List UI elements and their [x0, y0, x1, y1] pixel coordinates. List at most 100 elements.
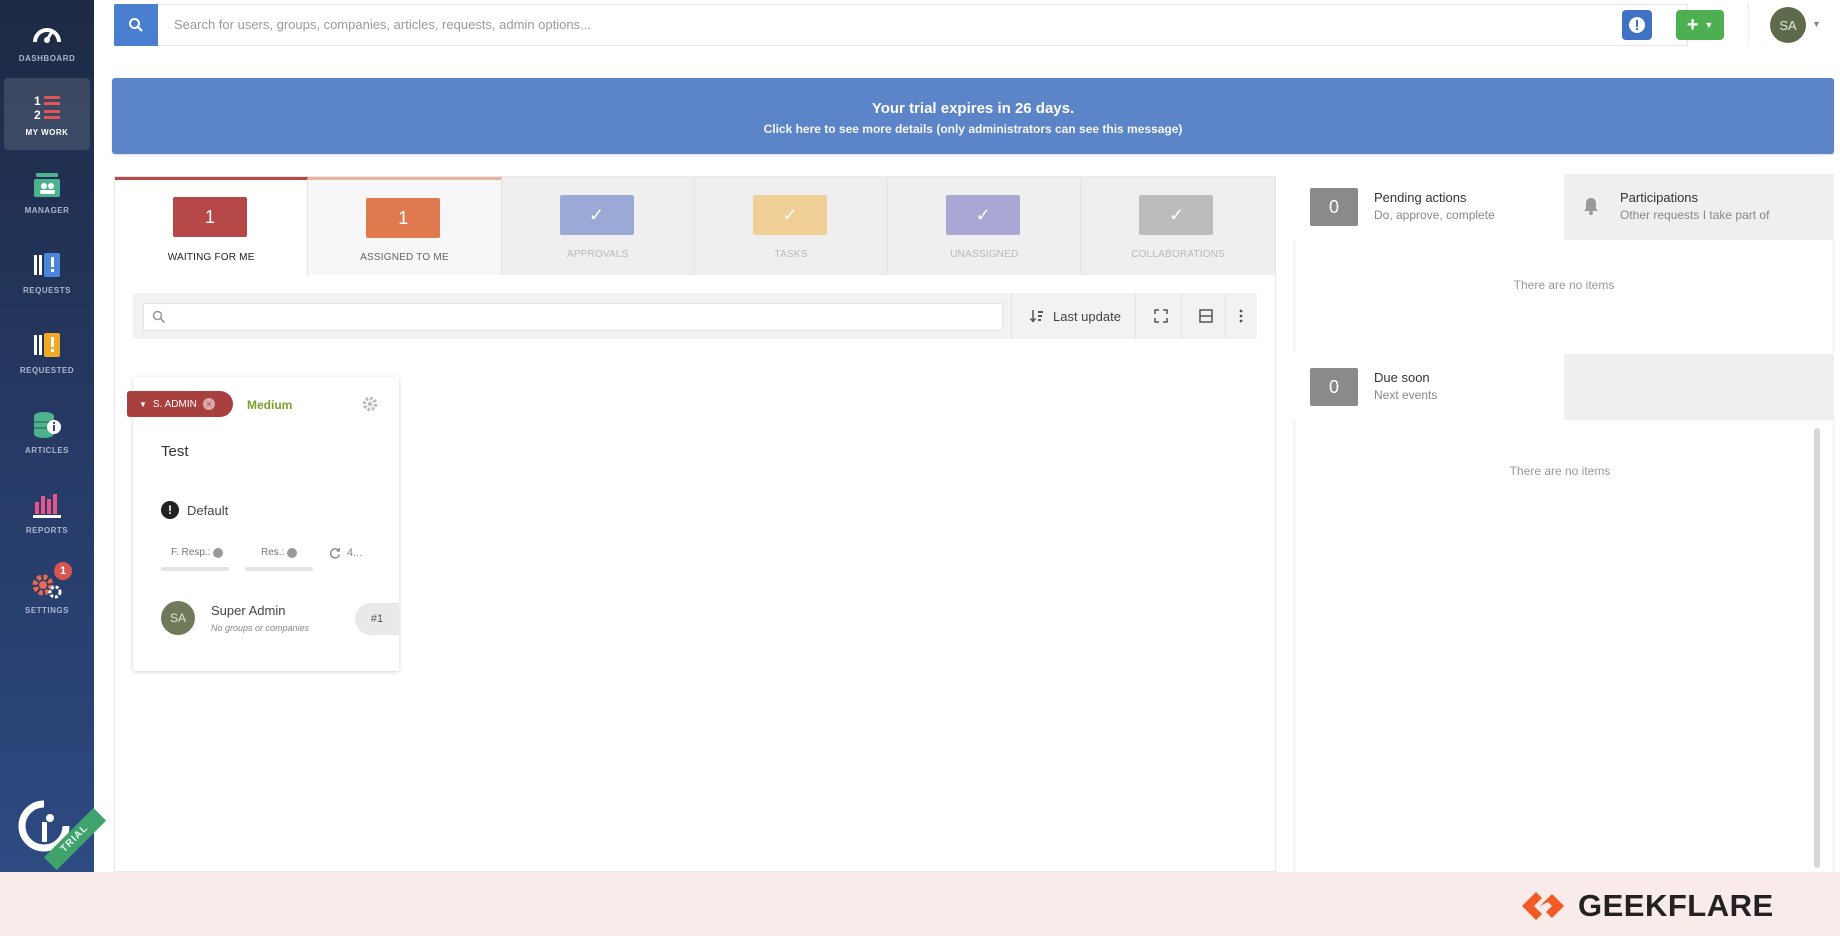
gauge-icon	[30, 18, 64, 48]
sidebar-item-requests[interactable]: REQUESTS	[4, 236, 90, 308]
info-button[interactable]	[1622, 10, 1652, 40]
tab-label: COLLABORATIONS	[1131, 249, 1225, 260]
filter-search-input[interactable]	[143, 303, 1003, 331]
chevron-down-icon: ▼	[1704, 20, 1714, 30]
sidebar-item-my-work[interactable]: 12 MY WORK	[4, 78, 90, 150]
clock-icon	[287, 547, 298, 558]
svg-text:2: 2	[34, 108, 41, 122]
sla-progress	[245, 567, 313, 571]
empty-tab	[1564, 354, 1834, 420]
sidebar-item-label: REPORTS	[25, 525, 69, 535]
sidebar-item-label: MANAGER	[24, 205, 70, 215]
right-panel: 0 Pending actions Do, approve, complete …	[1294, 174, 1834, 872]
assignee-tag[interactable]: ▼ S. ADMIN ×	[127, 391, 233, 417]
gear-icon[interactable]	[361, 395, 379, 418]
remove-icon[interactable]: ×	[202, 398, 215, 410]
sidebar-item-manager[interactable]: MANAGER	[4, 156, 90, 228]
tab-tasks[interactable]: ✓ TASKS	[694, 177, 889, 275]
sidebar-item-label: REQUESTED	[19, 365, 75, 375]
tab-title: Pending actions	[1374, 190, 1467, 205]
resolution-sla: Res.:	[261, 547, 298, 558]
count-chip: 1	[366, 198, 441, 238]
sla-progress	[161, 567, 229, 571]
sidebar-item-settings[interactable]: 1 SETTINGS	[4, 556, 90, 628]
check-icon: ✓	[752, 195, 827, 235]
due-list: There are no items	[1294, 420, 1834, 872]
tab-subtitle: Next events	[1374, 388, 1438, 402]
pending-section-header: 0 Pending actions Do, approve, complete …	[1294, 174, 1834, 240]
tab-label: TASKS	[774, 249, 808, 260]
sidebar-item-dashboard[interactable]: DASHBOARD	[4, 4, 90, 76]
work-tabs: 1 WAITING FOR ME 1 ASSIGNED TO ME ✓ APPR…	[115, 177, 1275, 275]
tab-subtitle: Do, approve, complete	[1374, 208, 1495, 222]
sidebar-item-reports[interactable]: REPORTS	[4, 476, 90, 548]
tab-collaborations[interactable]: ✓ COLLABORATIONS	[1081, 177, 1275, 275]
priority-label: Medium	[247, 398, 293, 412]
check-icon: ✓	[1139, 195, 1214, 235]
more-options-icon[interactable]	[1230, 305, 1252, 327]
caret-down-icon: ▼	[139, 399, 147, 409]
divider	[1225, 293, 1226, 339]
tab-title: Participations	[1620, 190, 1699, 205]
due-section-header: 0 Due soon Next events	[1294, 354, 1834, 420]
tab-label: UNASSIGNED	[950, 249, 1019, 260]
view-mode-icon[interactable]	[1195, 305, 1217, 327]
divider	[1135, 293, 1136, 339]
divider	[1748, 4, 1749, 46]
empty-message: There are no items	[1509, 464, 1611, 478]
request-title[interactable]: Test	[161, 443, 189, 460]
exclamation-icon: !	[161, 501, 179, 519]
avatar: SA	[161, 601, 195, 635]
sidebar-item-label: SETTINGS	[24, 605, 69, 615]
requests-icon	[30, 250, 64, 280]
count-badge: 0	[1310, 188, 1358, 226]
scrollbar[interactable]	[1814, 428, 1820, 868]
empty-message: There are no items	[1513, 278, 1615, 292]
chevron-down-icon[interactable]: ▼	[1812, 19, 1821, 29]
request-card[interactable]: ▼ S. ADMIN × Medium Test ! Default F. Re…	[127, 377, 399, 671]
sidebar-item-label: DASHBOARD	[18, 53, 76, 63]
sort-label: Last update	[1053, 308, 1121, 324]
fullscreen-icon[interactable]	[1150, 305, 1172, 327]
tab-pending-actions[interactable]: 0 Pending actions Do, approve, complete	[1294, 174, 1564, 240]
pending-list: There are no items	[1294, 240, 1834, 352]
sort-button[interactable]: Last update	[1029, 293, 1121, 339]
tab-unassigned[interactable]: ✓ UNASSIGNED	[888, 177, 1082, 275]
clock-icon	[213, 547, 224, 558]
check-icon: ✓	[559, 195, 634, 235]
sidebar-item-label: REQUESTS	[22, 285, 71, 295]
count-chip: 1	[173, 197, 247, 237]
sla-label: F. Resp.:	[171, 547, 211, 558]
global-search-input[interactable]: Search for users, groups, companies, art…	[158, 4, 1688, 46]
tab-approvals[interactable]: ✓ APPROVALS	[501, 177, 695, 275]
sla-label: Res.:	[261, 547, 285, 558]
svg-text:1: 1	[34, 94, 41, 108]
manager-icon	[30, 170, 64, 200]
tab-title: Due soon	[1374, 370, 1430, 385]
geekflare-mark-icon	[1522, 892, 1564, 920]
tab-assigned-to-me[interactable]: 1 ASSIGNED TO ME	[308, 177, 502, 275]
search-button[interactable]	[114, 4, 158, 46]
ticket-number[interactable]: #1	[355, 603, 399, 635]
tab-waiting-for-me[interactable]: 1 WAITING FOR ME	[115, 177, 309, 275]
sidebar-item-articles[interactable]: ARTICLES	[4, 396, 90, 468]
first-response-sla: F. Resp.:	[171, 547, 224, 558]
top-bar: Search for users, groups, companies, art…	[94, 0, 1840, 50]
sidebar-item-label: ARTICLES	[25, 445, 69, 455]
check-icon: ✓	[946, 195, 1021, 235]
user-avatar[interactable]: SA	[1770, 7, 1806, 43]
notification-badge: 1	[54, 561, 72, 580]
tab-participations[interactable]: Participations Other requests I take par…	[1564, 174, 1834, 240]
category-label: Default	[187, 502, 229, 518]
tab-due-soon[interactable]: 0 Due soon Next events	[1294, 354, 1564, 420]
gears-icon: 1	[30, 561, 72, 600]
list-toolbar: Last update	[133, 293, 1257, 339]
tab-subtitle: Other requests I take part of	[1620, 208, 1770, 222]
database-info-icon	[30, 410, 64, 440]
plus-icon: +	[1686, 13, 1699, 36]
requester-groups: No groups or companies	[211, 623, 310, 633]
sidebar-item-requested[interactable]: REQUESTED	[4, 316, 90, 388]
add-new-button[interactable]: + ▼	[1676, 10, 1724, 40]
trial-banner[interactable]: Your trial expires in 26 days. Click her…	[112, 78, 1834, 154]
divider	[1011, 293, 1012, 339]
